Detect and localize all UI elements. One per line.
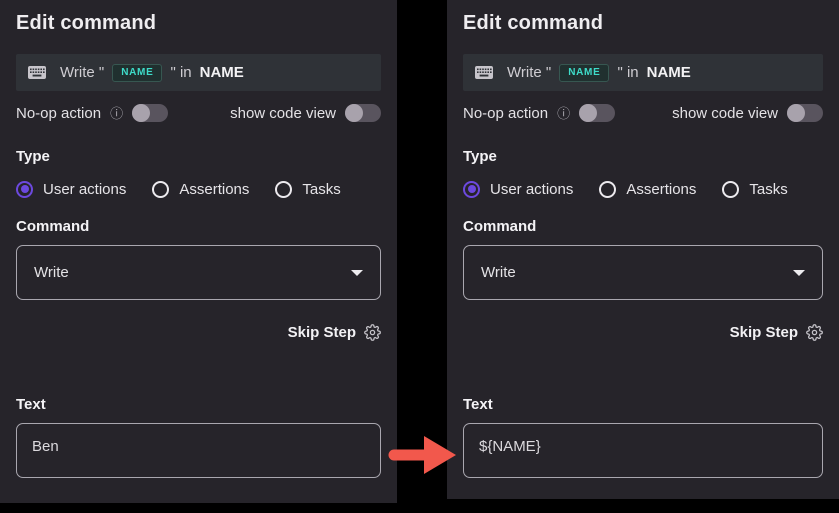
toggle-knob: [579, 104, 597, 122]
type-radio-group: User actions Assertions Tasks: [463, 179, 823, 199]
radio-unselected-icon[interactable]: [275, 181, 292, 198]
summary-prefix: Write ": [507, 64, 551, 81]
gear-icon[interactable]: [806, 324, 823, 341]
noop-toggle[interactable]: [132, 104, 168, 122]
text-label: Text: [16, 395, 381, 414]
toggle-knob: [345, 104, 363, 122]
noop-toggle-group: No-op action ⓘ: [16, 104, 168, 122]
keyboard-icon: [28, 66, 46, 79]
dialog-title: Edit command: [463, 10, 823, 37]
code-view-toggle-group: show code view: [672, 104, 823, 122]
radio-selected-icon[interactable]: [463, 181, 480, 198]
command-select-value: Write: [34, 264, 69, 281]
noop-toggle-group: No-op action ⓘ: [463, 104, 615, 122]
chevron-down-icon: [351, 270, 363, 276]
radio-label: Assertions: [179, 181, 249, 198]
radio-selected-icon[interactable]: [16, 181, 33, 198]
toggle-knob: [132, 104, 150, 122]
radio-option-assertions[interactable]: Assertions: [152, 181, 249, 198]
skip-step-row: Skip Step: [16, 322, 381, 342]
dialog-title: Edit command: [16, 10, 381, 37]
code-view-label: show code view: [672, 105, 778, 122]
skip-step-label: Skip Step: [730, 324, 798, 341]
code-view-toggle[interactable]: [787, 104, 823, 122]
variable-badge: NAME: [112, 64, 162, 82]
edit-command-dialog-before: Edit command Write " NAME " in NAME No-o…: [0, 0, 397, 503]
info-icon[interactable]: ⓘ: [110, 107, 123, 120]
skip-step-label: Skip Step: [288, 324, 356, 341]
radio-option-user-actions[interactable]: User actions: [463, 181, 573, 198]
type-radio-group: User actions Assertions Tasks: [16, 179, 381, 199]
command-summary-row: Write " NAME " in NAME: [463, 54, 823, 91]
type-label: Type: [463, 147, 823, 166]
radio-option-tasks[interactable]: Tasks: [722, 181, 787, 198]
radio-option-assertions[interactable]: Assertions: [599, 181, 696, 198]
radio-label: Assertions: [626, 181, 696, 198]
radio-option-tasks[interactable]: Tasks: [275, 181, 340, 198]
summary-middle: " in: [617, 64, 638, 81]
summary-prefix: Write ": [60, 64, 104, 81]
radio-label: Tasks: [302, 181, 340, 198]
summary-middle: " in: [170, 64, 191, 81]
keyboard-icon: [475, 66, 493, 79]
command-select-value: Write: [481, 264, 516, 281]
command-select[interactable]: Write: [16, 245, 381, 300]
code-view-toggle-group: show code view: [230, 104, 381, 122]
transform-arrow: [386, 433, 462, 477]
toggle-knob: [787, 104, 805, 122]
chevron-down-icon: [793, 270, 805, 276]
command-select[interactable]: Write: [463, 245, 823, 300]
radio-option-user-actions[interactable]: User actions: [16, 181, 126, 198]
noop-label: No-op action: [16, 105, 101, 122]
text-input[interactable]: Ben: [16, 423, 381, 478]
summary-target: NAME: [200, 64, 244, 81]
radio-unselected-icon[interactable]: [152, 181, 169, 198]
info-icon[interactable]: ⓘ: [557, 107, 570, 120]
gear-icon[interactable]: [364, 324, 381, 341]
summary-target: NAME: [647, 64, 691, 81]
type-label: Type: [16, 147, 381, 166]
noop-label: No-op action: [463, 105, 548, 122]
radio-label: Tasks: [749, 181, 787, 198]
command-label: Command: [463, 217, 823, 236]
toggles-row: No-op action ⓘ show code view: [16, 103, 381, 123]
toggles-row: No-op action ⓘ show code view: [463, 103, 823, 123]
variable-badge: NAME: [559, 64, 609, 82]
code-view-toggle[interactable]: [345, 104, 381, 122]
text-label: Text: [463, 395, 823, 414]
edit-command-dialog-after: Edit command Write " NAME " in NAME No-o…: [447, 0, 839, 499]
radio-label: User actions: [490, 181, 573, 198]
noop-toggle[interactable]: [579, 104, 615, 122]
radio-unselected-icon[interactable]: [599, 181, 616, 198]
command-label: Command: [16, 217, 381, 236]
skip-step-row: Skip Step: [463, 322, 823, 342]
text-input[interactable]: ${NAME}: [463, 423, 823, 478]
radio-unselected-icon[interactable]: [722, 181, 739, 198]
command-summary-row: Write " NAME " in NAME: [16, 54, 381, 91]
radio-label: User actions: [43, 181, 126, 198]
code-view-label: show code view: [230, 105, 336, 122]
